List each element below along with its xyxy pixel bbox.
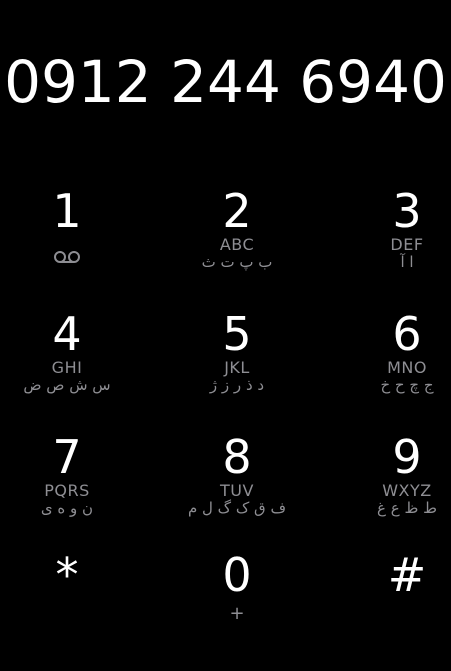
key-0[interactable]: 0 + — [162, 550, 312, 660]
key-5-letters: JKL — [224, 358, 250, 377]
key-star-symbol: * — [55, 548, 79, 602]
key-0-plus: + — [229, 603, 245, 624]
key-9[interactable]: 9 WXYZ ط ظ ع غ — [332, 432, 451, 542]
key-6-arabic-letters: ج چ ح خ — [380, 376, 434, 394]
key-5-digit: 5 — [222, 307, 252, 361]
key-hash-symbol: # — [387, 548, 427, 602]
key-7-digit: 7 — [52, 430, 82, 484]
key-2[interactable]: 2 ABC ب پ ت ث — [162, 186, 312, 296]
key-9-letters: WXYZ — [382, 481, 432, 500]
key-3-arabic-letters: ا آ — [400, 253, 414, 271]
key-6-digit: 6 — [392, 307, 422, 361]
key-4-letters: GHI — [51, 358, 83, 377]
key-4-arabic-letters: س ش ص ض — [23, 376, 111, 394]
key-8-arabic-letters: ف ق ک گ ل م — [187, 499, 287, 517]
key-star[interactable]: * — [0, 550, 142, 660]
key-5-arabic-letters: د ذ ر ز ژ — [209, 376, 265, 394]
key-6[interactable]: 6 MNO ج چ ح خ — [332, 309, 451, 419]
key-3[interactable]: 3 DEF ا آ — [332, 186, 451, 296]
key-2-arabic-letters: ب پ ت ث — [201, 253, 273, 271]
key-7-letters: PQRS — [44, 481, 90, 500]
key-hash[interactable]: # — [332, 550, 451, 660]
key-9-digit: 9 — [392, 430, 422, 484]
key-4-digit: 4 — [52, 307, 82, 361]
key-9-arabic-letters: ط ظ ع غ — [377, 499, 437, 517]
voicemail-icon — [53, 244, 81, 268]
key-7[interactable]: 7 PQRS ن و ه ی — [0, 432, 142, 542]
key-2-digit: 2 — [222, 184, 252, 238]
key-0-digit: 0 — [222, 548, 252, 602]
key-8[interactable]: 8 TUV ف ق ک گ ل م — [162, 432, 312, 542]
key-1-digit: 1 — [52, 184, 82, 238]
key-3-digit: 3 — [392, 184, 422, 238]
dial-keypad: 1 2 ABC ب پ ت ث 3 DEF ا آ 4 GHI س ش ص ض … — [0, 0, 451, 671]
key-1[interactable]: 1 — [0, 186, 142, 296]
key-3-letters: DEF — [390, 235, 424, 254]
key-6-letters: MNO — [387, 358, 427, 377]
key-2-letters: ABC — [219, 235, 255, 254]
key-8-digit: 8 — [222, 430, 252, 484]
key-4[interactable]: 4 GHI س ش ص ض — [0, 309, 142, 419]
key-8-letters: TUV — [220, 481, 254, 500]
key-7-arabic-letters: ن و ه ی — [40, 499, 94, 517]
key-5[interactable]: 5 JKL د ذ ر ز ژ — [162, 309, 312, 419]
